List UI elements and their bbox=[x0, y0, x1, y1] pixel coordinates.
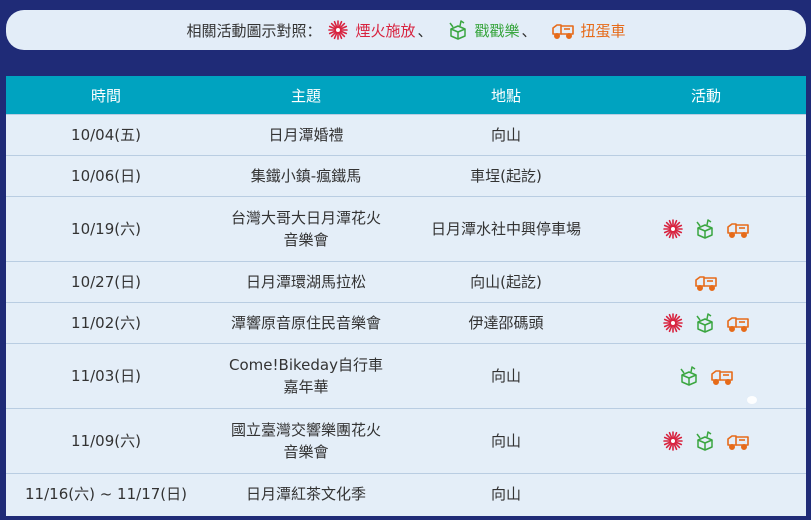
table-header: 時間 主題 地點 活動 bbox=[6, 76, 806, 114]
activity-icons bbox=[606, 303, 806, 343]
place-cell: 車埕(起訖) bbox=[470, 167, 542, 185]
place-cell: 向山 bbox=[490, 485, 521, 503]
fun-icon bbox=[694, 218, 716, 240]
topic-cell: 日月潭環湖馬拉松 bbox=[245, 273, 366, 291]
topic-cell: 潭響原音原住民音樂會 bbox=[230, 314, 381, 332]
table-body: 10/04(五) 日月潭婚禮 向山 10/06(日) 集鐵小鎮-瘋鐵馬 車埕(起訖) 10/… bbox=[6, 114, 806, 514]
place-cell: 向山 bbox=[490, 367, 521, 385]
legend-fun-label: 戳戳樂 bbox=[474, 21, 520, 40]
egg-truck-icon bbox=[726, 219, 750, 239]
topic-cell: 集鐵小鎮-瘋鐵馬 bbox=[250, 167, 362, 185]
fireworks-icon bbox=[662, 430, 684, 452]
egg-truck-icon bbox=[694, 272, 718, 292]
egg-truck-icon bbox=[726, 431, 750, 451]
place-cell: 向山 bbox=[490, 432, 521, 450]
header-topic: 主題 bbox=[290, 86, 321, 105]
fun-icon bbox=[694, 430, 716, 452]
activity-icons bbox=[606, 474, 806, 514]
date-cell: 11/09(六) bbox=[71, 432, 141, 450]
header-activity: 活動 bbox=[690, 86, 721, 105]
table-row: 10/04(五) 日月潭婚禮 向山 bbox=[6, 114, 806, 155]
fun-icon bbox=[694, 312, 716, 334]
fireworks-icon bbox=[328, 20, 349, 40]
date-cell: 10/04(五) bbox=[71, 126, 141, 144]
place-cell: 日月潭水社中興停車場 bbox=[430, 220, 581, 238]
table-row: 11/02(六) 潭響原音原住民音樂會 伊達邵碼頭 bbox=[6, 302, 806, 343]
place-cell: 向山(起訖) bbox=[470, 273, 542, 291]
topic-cell: 國立臺灣交響樂團花火 音樂會 bbox=[230, 421, 381, 461]
legend-egg: 扭蛋車 bbox=[551, 20, 626, 41]
fireworks-icon bbox=[662, 312, 684, 334]
fun-icon bbox=[678, 365, 700, 387]
activity-icons bbox=[606, 115, 806, 155]
topic-cell: 日月潭紅茶文化季 bbox=[245, 485, 366, 503]
legend-fireworks-label: 煙火施放 bbox=[355, 21, 416, 40]
activity-icons bbox=[606, 197, 806, 261]
egg-truck-icon bbox=[726, 313, 750, 333]
date-cell: 10/27(日) bbox=[71, 273, 141, 291]
event-table: 時間 主題 地點 活動 10/04(五) 日月潭婚禮 向山 10/06(日) 集鐵小鎮-… bbox=[6, 76, 806, 516]
legend-fun: 戳戳樂 bbox=[447, 19, 520, 41]
table-row: 10/27(日) 日月潭環湖馬拉松 向山(起訖) bbox=[6, 261, 806, 302]
table-row: 11/16(六) ~ 11/17(日) 日月潭紅茶文化季 向山 bbox=[6, 473, 806, 514]
activity-icons bbox=[606, 262, 806, 302]
date-cell: 10/19(六) bbox=[71, 220, 141, 238]
legend-fireworks: 煙火施放 bbox=[327, 19, 415, 41]
table-row: 10/19(六) 台灣大哥大日月潭花火 音樂會 日月潭水社中興停車場 bbox=[6, 196, 806, 261]
egg-truck-icon bbox=[710, 366, 734, 386]
egg-truck-icon bbox=[551, 24, 574, 40]
header-time: 時間 bbox=[90, 86, 121, 105]
fireworks-icon bbox=[662, 218, 684, 240]
table-row: 10/06(日) 集鐵小鎮-瘋鐵馬 車埕(起訖) bbox=[6, 155, 806, 196]
topic-cell: 台灣大哥大日月潭花火 音樂會 bbox=[230, 209, 381, 249]
legend-egg-label: 扭蛋車 bbox=[580, 21, 626, 40]
table-row: 11/09(六) 國立臺灣交響樂團花火 音樂會 向山 bbox=[6, 408, 806, 473]
scroll-indicator-dot bbox=[747, 396, 757, 404]
place-cell: 伊達邵碼頭 bbox=[468, 314, 544, 332]
activity-icons bbox=[606, 409, 806, 473]
date-cell: 10/06(日) bbox=[71, 167, 141, 185]
header-place: 地點 bbox=[490, 86, 521, 105]
legend-label: 相關活動圖示對照： bbox=[186, 21, 322, 40]
date-cell: 11/02(六) bbox=[71, 314, 141, 332]
topic-cell: Come!Bikeday自行車 嘉年華 bbox=[229, 356, 383, 396]
date-cell: 11/16(六) ~ 11/17(日) bbox=[25, 485, 187, 503]
place-cell: 向山 bbox=[490, 126, 521, 144]
topic-cell: 日月潭婚禮 bbox=[268, 126, 344, 144]
activity-icons bbox=[606, 156, 806, 196]
activity-icons bbox=[606, 344, 806, 408]
table-row: 11/03(日) Come!Bikeday自行車 嘉年華 向山 bbox=[6, 343, 806, 408]
date-cell: 11/03(日) bbox=[71, 367, 141, 385]
icon-legend: 相關活動圖示對照： 煙火施放 、 戳戳樂 、 扭蛋車 bbox=[6, 10, 806, 50]
fun-icon bbox=[448, 20, 466, 40]
